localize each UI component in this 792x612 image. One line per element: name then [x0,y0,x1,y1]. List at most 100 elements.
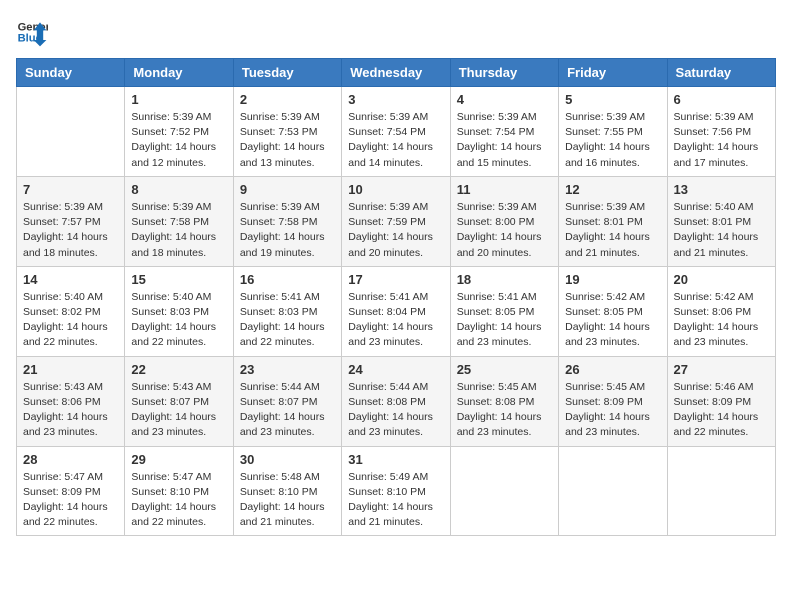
day-cell: 9 Sunrise: 5:39 AMSunset: 7:58 PMDaylight… [233,176,341,266]
day-cell: 1 Sunrise: 5:39 AMSunset: 7:52 PMDaylight… [125,87,233,177]
col-header-friday: Friday [559,59,667,87]
day-cell: 6 Sunrise: 5:39 AMSunset: 7:56 PMDaylight… [667,87,775,177]
day-cell: 17 Sunrise: 5:41 AMSunset: 8:04 PMDayligh… [342,266,450,356]
day-number: 21 [23,362,118,377]
day-info: Sunrise: 5:39 AMSunset: 8:01 PMDaylight:… [565,200,660,261]
day-info: Sunrise: 5:45 AMSunset: 8:08 PMDaylight:… [457,380,552,441]
col-header-tuesday: Tuesday [233,59,341,87]
day-number: 22 [131,362,226,377]
day-cell: 2Sunrise: 5:39 AMSunset: 7:53 PMDaylight… [233,87,341,177]
day-info: Sunrise: 5:47 AMSunset: 8:10 PMDaylight:… [131,470,226,531]
day-number: 25 [457,362,552,377]
day-cell [559,446,667,536]
day-number: 23 [240,362,335,377]
week-row-1: 1 Sunrise: 5:39 AMSunset: 7:52 PMDaylight… [17,87,776,177]
day-cell: 3Sunrise: 5:39 AMSunset: 7:54 PMDaylight… [342,87,450,177]
day-info: Sunrise: 5:42 AMSunset: 8:05 PMDaylight:… [565,290,660,351]
day-number: 17 [348,272,443,287]
day-number: 26 [565,362,660,377]
day-info: Sunrise: 5:41 AMSunset: 8:04 PMDaylight:… [348,290,443,351]
day-cell: 15Sunrise: 5:40 AMSunset: 8:03 PMDayligh… [125,266,233,356]
day-info: Sunrise: 5:39 AMSunset: 7:57 PMDaylight:… [23,200,118,261]
week-row-4: 21 Sunrise: 5:43 AMSunset: 8:06 PMDayligh… [17,356,776,446]
day-number: 9 [240,182,335,197]
col-header-saturday: Saturday [667,59,775,87]
day-number: 20 [674,272,769,287]
day-cell: 31 Sunrise: 5:49 AMSunset: 8:10 PMDayligh… [342,446,450,536]
day-cell: 18 Sunrise: 5:41 AMSunset: 8:05 PMDayligh… [450,266,558,356]
day-number: 18 [457,272,552,287]
day-info: Sunrise: 5:45 AMSunset: 8:09 PMDaylight:… [565,380,660,441]
day-info: Sunrise: 5:44 AMSunset: 8:07 PMDaylight:… [240,380,335,441]
day-info: Sunrise: 5:48 AMSunset: 8:10 PMDaylight:… [240,470,335,531]
day-number: 5 [565,92,660,107]
day-info: Sunrise: 5:39 AMSunset: 7:59 PMDaylight:… [348,200,443,261]
logo: General Blue [16,16,48,48]
week-row-5: 28Sunrise: 5:47 AMSunset: 8:09 PMDayligh… [17,446,776,536]
day-number: 8 [131,182,226,197]
day-number: 12 [565,182,660,197]
day-cell: 7 Sunrise: 5:39 AMSunset: 7:57 PMDaylight… [17,176,125,266]
day-number: 13 [674,182,769,197]
day-number: 4 [457,92,552,107]
day-number: 28 [23,452,118,467]
header: General Blue [16,16,776,48]
day-cell: 28Sunrise: 5:47 AMSunset: 8:09 PMDayligh… [17,446,125,536]
day-cell: 10 Sunrise: 5:39 AMSunset: 7:59 PMDayligh… [342,176,450,266]
day-number: 27 [674,362,769,377]
day-info: Sunrise: 5:39 AMSunset: 7:52 PMDaylight:… [131,110,226,171]
day-cell: 24 Sunrise: 5:44 AMSunset: 8:08 PMDayligh… [342,356,450,446]
day-info: Sunrise: 5:41 AMSunset: 8:05 PMDaylight:… [457,290,552,351]
day-cell: 13 Sunrise: 5:40 AMSunset: 8:01 PMDayligh… [667,176,775,266]
day-number: 6 [674,92,769,107]
day-cell: 16 Sunrise: 5:41 AMSunset: 8:03 PMDayligh… [233,266,341,356]
day-cell: 27 Sunrise: 5:46 AMSunset: 8:09 PMDayligh… [667,356,775,446]
day-number: 7 [23,182,118,197]
col-header-thursday: Thursday [450,59,558,87]
day-cell: 26 Sunrise: 5:45 AMSunset: 8:09 PMDayligh… [559,356,667,446]
day-number: 24 [348,362,443,377]
day-info: Sunrise: 5:40 AMSunset: 8:02 PMDaylight:… [23,290,118,351]
day-cell: 30 Sunrise: 5:48 AMSunset: 8:10 PMDayligh… [233,446,341,536]
day-number: 10 [348,182,443,197]
calendar-table: SundayMondayTuesdayWednesdayThursdayFrid… [16,58,776,536]
day-number: 1 [131,92,226,107]
day-cell [667,446,775,536]
header-row: SundayMondayTuesdayWednesdayThursdayFrid… [17,59,776,87]
day-cell: 21 Sunrise: 5:43 AMSunset: 8:06 PMDayligh… [17,356,125,446]
day-info: Sunrise: 5:41 AMSunset: 8:03 PMDaylight:… [240,290,335,351]
day-number: 15 [131,272,226,287]
day-info: Sunrise: 5:39 AMSunset: 7:58 PMDaylight:… [240,200,335,261]
day-cell: 23 Sunrise: 5:44 AMSunset: 8:07 PMDayligh… [233,356,341,446]
day-info: Sunrise: 5:40 AMSunset: 8:01 PMDaylight:… [674,200,769,261]
col-header-wednesday: Wednesday [342,59,450,87]
day-info: Sunrise: 5:49 AMSunset: 8:10 PMDaylight:… [348,470,443,531]
day-cell: 20 Sunrise: 5:42 AMSunset: 8:06 PMDayligh… [667,266,775,356]
day-cell: 29Sunrise: 5:47 AMSunset: 8:10 PMDayligh… [125,446,233,536]
day-info: Sunrise: 5:39 AMSunset: 7:56 PMDaylight:… [674,110,769,171]
day-cell: 12 Sunrise: 5:39 AMSunset: 8:01 PMDayligh… [559,176,667,266]
day-cell: 8 Sunrise: 5:39 AMSunset: 7:58 PMDaylight… [125,176,233,266]
day-info: Sunrise: 5:39 AMSunset: 7:54 PMDaylight:… [457,110,552,171]
day-number: 19 [565,272,660,287]
day-cell: 14Sunrise: 5:40 AMSunset: 8:02 PMDayligh… [17,266,125,356]
day-info: Sunrise: 5:39 AMSunset: 7:55 PMDaylight:… [565,110,660,171]
day-number: 16 [240,272,335,287]
day-info: Sunrise: 5:42 AMSunset: 8:06 PMDaylight:… [674,290,769,351]
day-info: Sunrise: 5:44 AMSunset: 8:08 PMDaylight:… [348,380,443,441]
day-number: 30 [240,452,335,467]
day-cell: 5 Sunrise: 5:39 AMSunset: 7:55 PMDaylight… [559,87,667,177]
day-info: Sunrise: 5:43 AMSunset: 8:06 PMDaylight:… [23,380,118,441]
day-cell [17,87,125,177]
day-cell: 19 Sunrise: 5:42 AMSunset: 8:05 PMDayligh… [559,266,667,356]
logo-icon: General Blue [16,16,48,48]
day-number: 31 [348,452,443,467]
day-number: 3 [348,92,443,107]
day-info: Sunrise: 5:46 AMSunset: 8:09 PMDaylight:… [674,380,769,441]
day-cell: 25 Sunrise: 5:45 AMSunset: 8:08 PMDayligh… [450,356,558,446]
day-info: Sunrise: 5:39 AMSunset: 8:00 PMDaylight:… [457,200,552,261]
day-cell: 22Sunrise: 5:43 AMSunset: 8:07 PMDayligh… [125,356,233,446]
day-cell [450,446,558,536]
week-row-2: 7 Sunrise: 5:39 AMSunset: 7:57 PMDaylight… [17,176,776,266]
day-info: Sunrise: 5:39 AMSunset: 7:58 PMDaylight:… [131,200,226,261]
